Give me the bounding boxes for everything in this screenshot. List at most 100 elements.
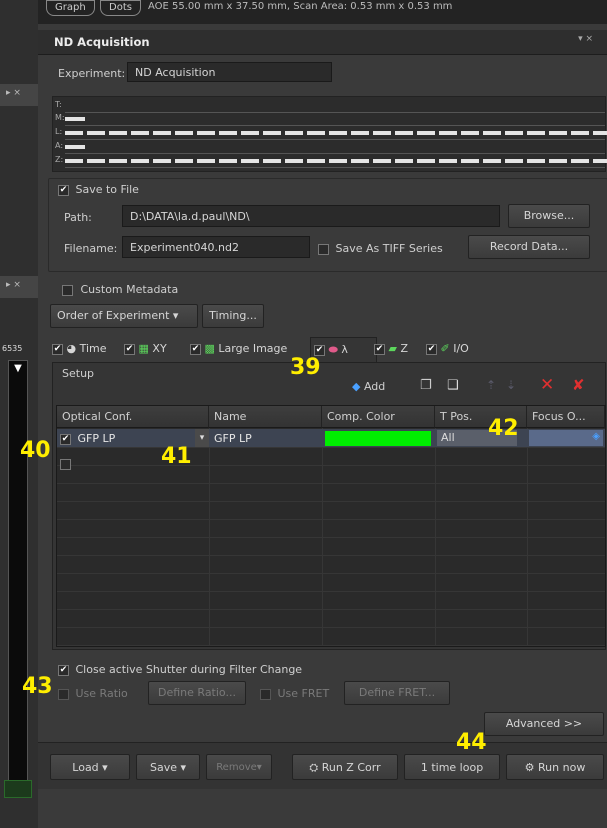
define-fret-button[interactable]: Define FRET... [344,681,450,705]
xy-tab-checkbox[interactable] [124,343,135,355]
tab-xy-label: XY [152,342,167,355]
grid-row-line [57,483,605,484]
use-ratio-checkbox[interactable] [58,688,69,700]
grid-row-line [57,627,605,628]
add-button[interactable]: ◆ Add [352,380,385,393]
remove-label: Remove [216,762,257,773]
tiff-series-row[interactable]: Save As TIFF Series [318,242,443,255]
save-checkbox[interactable] [58,184,69,196]
tiff-checkbox[interactable] [318,243,329,255]
save-dropdown-button[interactable]: Save ▾ [136,754,200,780]
row2-checkbox-cell[interactable] [60,457,71,470]
use-fret-checkbox[interactable] [260,688,271,700]
tab-io[interactable]: ✐ I/O [426,337,469,361]
use-fret-row[interactable]: Use FRET [260,687,329,700]
z-checkbox[interactable] [374,343,385,355]
chevron-down-icon: ▾ [180,761,187,774]
col-focus-offset[interactable]: Focus O... [527,406,605,428]
histogram-cursor-icon[interactable]: ▼ [9,364,27,374]
panel-menu-icon[interactable]: ▾ × [578,34,593,44]
callout-41: 41 [161,444,192,469]
graph-tab[interactable]: Graph [46,0,95,16]
run-now-button[interactable]: ⚙ Run now [506,754,604,780]
name-value: GFP LP [214,432,252,445]
use-ratio-row[interactable]: Use Ratio [58,687,128,700]
experiment-label: Experiment: [58,67,126,80]
pin-icon[interactable]: ▸ × [6,88,21,98]
paste-icon[interactable]: ❑ [447,378,459,393]
custom-metadata-row[interactable]: Custom Metadata [62,283,178,296]
define-ratio-button[interactable]: Define Ratio... [148,681,246,705]
save-label: Save to File [75,183,139,196]
delete-icon[interactable]: ✕ [540,375,554,395]
move-down-icon[interactable]: ⇣ [506,378,516,392]
histogram-bar[interactable]: ▼ [8,360,28,782]
tab-xy[interactable]: ▦ XY [124,337,167,361]
tab-z-label: Z [400,342,409,355]
load-button[interactable]: Load ▾ [50,754,130,780]
timeline-segment [571,159,589,163]
time-loop-button[interactable]: 1 time loop [404,754,500,780]
large-image-checkbox[interactable] [190,343,201,355]
tab-large-image[interactable]: ▩ Large Image [190,337,287,361]
metadata-checkbox[interactable] [62,284,73,296]
col-name[interactable]: Name [209,406,322,428]
tab-time-label: Time [79,342,107,355]
add-label: Add [363,380,386,393]
copy-icon[interactable]: ❐ [420,378,432,393]
save-to-file-row[interactable]: Save to File [58,183,139,196]
timeline-segment [175,131,193,135]
time-tab-checkbox[interactable] [52,343,63,355]
order-of-experiment-dropdown[interactable]: Order of Experiment ▾ [50,304,198,328]
close-shutter-row[interactable]: Close active Shutter during Filter Chang… [58,663,302,676]
optical-conf-cell[interactable]: GFP LP [60,432,115,445]
z-stack-icon: ▰ [388,342,397,355]
delete-all-icon[interactable]: ✘ [572,376,585,394]
remove-button[interactable]: Remove▾ [206,754,272,780]
timeline-segment [373,159,391,163]
lambda-checkbox[interactable] [314,344,325,356]
col-comp-color[interactable]: Comp. Color [322,406,435,428]
timeline-segment [461,131,479,135]
advanced-button[interactable]: Advanced >> [484,712,604,736]
comp-color-swatch[interactable] [325,431,431,446]
grid-row-line [57,573,605,574]
timeline-segment [241,131,259,135]
path-field[interactable]: D:\DATA\la.d.paul\ND\ [122,205,500,227]
tab-z[interactable]: ▰ Z [374,337,408,361]
focus-offset-icon: ◈ [592,431,600,442]
run-z-corr-button[interactable]: ⛭ Run Z Corr [292,754,398,780]
row2-checkbox[interactable] [60,458,71,470]
row1-checkbox[interactable] [60,433,71,445]
timeline-segment [219,159,237,163]
timeline-segment [131,131,149,135]
timeline-segment [461,159,479,163]
grid-row-line [57,447,605,448]
grid-icon: ▦ [138,342,149,355]
timing-button[interactable]: Timing... [202,304,264,328]
record-data-button[interactable]: Record Data... [468,235,590,259]
col-optical-conf[interactable]: Optical Conf. [57,406,209,428]
io-checkbox[interactable] [426,343,437,355]
timeline-segment [285,159,303,163]
timeline-segment [439,131,457,135]
close-shutter-checkbox[interactable] [58,664,69,676]
timeline-segment [263,159,281,163]
pin-icon-2[interactable]: ▸ × [6,280,21,290]
tab-time[interactable]: ◕ Time [52,337,107,361]
load-label: Load [72,761,99,774]
browse-button[interactable]: Browse... [508,204,590,228]
move-up-icon[interactable]: ⇡ [486,378,496,392]
filename-field[interactable]: Experiment040.nd2 [122,236,310,258]
timeline-segment [65,159,83,163]
dots-tab[interactable]: Dots [100,0,141,16]
focus-offset-cell[interactable]: ◈ [529,430,603,446]
optical-dropdown-chevron-icon[interactable]: ▾ [195,429,209,447]
timeline-segment [65,131,83,135]
order-label: Order of Experiment [57,309,170,322]
experiment-field[interactable]: ND Acquisition [127,62,332,82]
timeline-segment [527,159,545,163]
timeline-row: Z: [53,154,607,168]
timeline-segment [153,159,171,163]
timeline-segment [109,159,127,163]
